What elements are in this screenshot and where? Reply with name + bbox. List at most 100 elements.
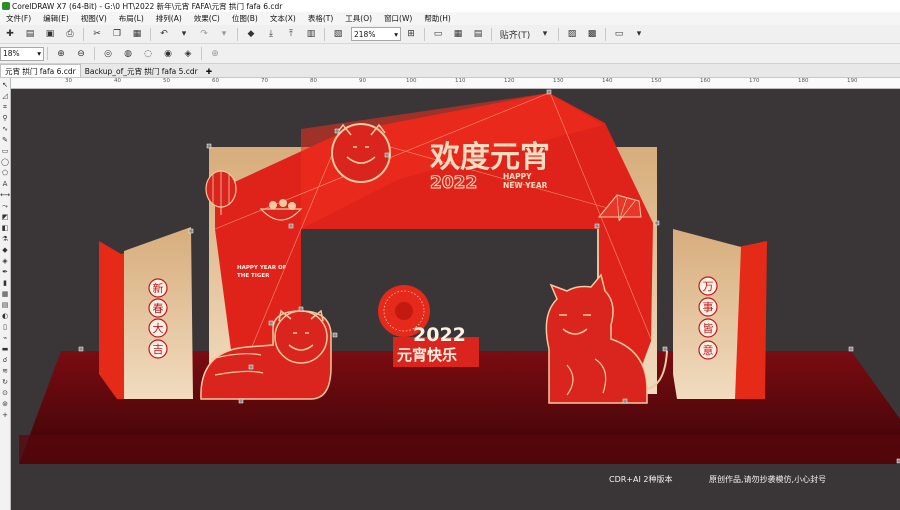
add-preset-icon[interactable]: ⊕: [208, 47, 222, 61]
customize-toolbox-icon[interactable]: +: [0, 411, 10, 419]
artistic-media-tool-icon[interactable]: ✎: [0, 136, 10, 144]
left-panel-char: 吉: [153, 343, 164, 356]
menu-view[interactable]: 视图(V): [75, 13, 113, 24]
attract-tool-icon[interactable]: ⊙: [0, 389, 10, 397]
transparency-tool-icon[interactable]: ◧: [0, 224, 10, 232]
zoom-to-selected-icon[interactable]: ◎: [101, 47, 115, 61]
open-folder-icon[interactable]: ▤: [23, 27, 37, 41]
zoom-level-combo[interactable]: 218% ▾: [351, 27, 401, 41]
roughen-tool-icon[interactable]: ≋: [0, 367, 10, 375]
drawing-canvas[interactable]: 新 春 大 吉 万 事 皆 意 欢度元宵 2022 HAPPY NEW YEAR…: [11, 89, 900, 510]
menu-file[interactable]: 文件(F): [0, 13, 37, 24]
app-launcher-icon[interactable]: ▧: [331, 27, 345, 41]
copy-icon[interactable]: ❐: [110, 27, 124, 41]
redo-icon[interactable]: ↷: [197, 27, 211, 41]
menu-arrange[interactable]: 排列(A): [150, 13, 188, 24]
menu-table[interactable]: 表格(T): [302, 13, 339, 24]
snap-to-label[interactable]: 贴齐(T): [498, 27, 532, 41]
interactive-fill-tool-icon[interactable]: ◆: [0, 246, 10, 254]
rectangle-tool-icon[interactable]: ▭: [0, 147, 10, 155]
stage-floor-edge: [19, 435, 900, 464]
connector-tool-icon[interactable]: ⤳: [0, 202, 10, 210]
zoom-to-all-objects-icon[interactable]: ◍: [121, 47, 135, 61]
blend-tool-icon[interactable]: ◐: [0, 312, 10, 320]
polygon-tool-icon[interactable]: ⬠: [0, 169, 10, 177]
shape-tool-icon[interactable]: ◿: [0, 92, 10, 100]
cut-icon[interactable]: ✂: [90, 27, 104, 41]
zoom-to-page-height-icon[interactable]: ◈: [181, 47, 195, 61]
toolbar-divider: [201, 47, 202, 60]
zoom-out-icon[interactable]: ⊖: [74, 47, 88, 61]
application-launcher-icon[interactable]: ▩: [585, 27, 599, 41]
toolbar-divider: [424, 27, 425, 41]
horizontal-ruler[interactable]: 30 40 50 60 70 80 90 100 110 120 130 140…: [10, 78, 900, 89]
toolbar-divider: [324, 27, 325, 41]
zoom-level-value: 218%: [354, 29, 376, 39]
ruler-tick-label: 150: [651, 78, 662, 84]
customize-icon[interactable]: ▭: [612, 27, 626, 41]
ruler-tick-label: 70: [261, 78, 268, 84]
outline-color-icon[interactable]: ▯: [0, 323, 10, 331]
ruler-tick-label: 30: [65, 78, 72, 84]
fill-color-icon[interactable]: ▮: [0, 279, 10, 287]
undo-icon[interactable]: ↶: [157, 27, 171, 41]
ruler-tick-label: 60: [212, 78, 219, 84]
import-icon[interactable]: ⤓: [264, 27, 278, 41]
zoom-in-icon[interactable]: ⊕: [54, 47, 68, 61]
add-tab-icon[interactable]: ✚: [202, 65, 216, 77]
search-content-icon[interactable]: ◆: [244, 27, 258, 41]
options-icon[interactable]: ▨: [565, 27, 579, 41]
zoom-tool-icon[interactable]: ⚲: [0, 114, 10, 122]
design-artwork[interactable]: 新 春 大 吉 万 事 皆 意 欢度元宵 2022 HAPPY NEW YEAR…: [11, 89, 900, 510]
pick-tool-icon[interactable]: ↖: [0, 81, 10, 89]
undo-dropdown-icon[interactable]: ▾: [177, 27, 191, 41]
menu-effects[interactable]: 效果(C): [188, 13, 226, 24]
redo-dropdown-icon[interactable]: ▾: [217, 27, 231, 41]
save-icon[interactable]: ▣: [43, 27, 57, 41]
menu-tools[interactable]: 工具(O): [339, 13, 378, 24]
show-rulers-icon[interactable]: ▭: [431, 27, 445, 41]
export-icon[interactable]: ⤒: [284, 27, 298, 41]
property-zoom-combo[interactable]: 18% ▾: [0, 46, 44, 61]
print-icon[interactable]: ⎙: [63, 27, 77, 41]
twirl-tool-icon[interactable]: ↻: [0, 378, 10, 386]
drop-shadow-tool-icon[interactable]: ◩: [0, 213, 10, 221]
freehand-tool-icon[interactable]: ∿: [0, 125, 10, 133]
mesh-fill-tool-icon[interactable]: ▦: [0, 290, 10, 298]
ruler-tick-label: 140: [602, 78, 613, 84]
customize-dropdown-icon[interactable]: ▾: [632, 27, 646, 41]
eraser-tool-icon[interactable]: ▬: [0, 345, 10, 353]
snap-dropdown-icon[interactable]: ▾: [538, 27, 552, 41]
standard-toolbar: ✚ ▤ ▣ ⎙ ✂ ❐ ▦ ↶ ▾ ↷ ▾ ◆ ⤓ ⤒ ▥ ▧ 218% ▾ ⊞…: [0, 25, 900, 44]
show-guidelines-icon[interactable]: ▤: [471, 27, 485, 41]
menu-help[interactable]: 帮助(H): [418, 13, 457, 24]
ruler-tick-label: 100: [406, 78, 417, 84]
menu-layout[interactable]: 布局(L): [113, 13, 150, 24]
ellipse-tool-icon[interactable]: ◯: [0, 158, 10, 166]
smear-tool-icon[interactable]: ☌: [0, 356, 10, 364]
outline-pen-icon[interactable]: ✒: [0, 268, 10, 276]
menu-text[interactable]: 文本(X): [264, 13, 302, 24]
paste-icon[interactable]: ▦: [130, 27, 144, 41]
knife-tool-icon[interactable]: ⌁: [0, 334, 10, 342]
repel-tool-icon[interactable]: ⊚: [0, 400, 10, 408]
crop-tool-icon[interactable]: ⌗: [0, 103, 10, 111]
zoom-to-page-width-icon[interactable]: ◉: [161, 47, 175, 61]
right-panel-char: 万: [703, 280, 714, 293]
parallel-dimension-tool-icon[interactable]: ⟷: [0, 191, 10, 199]
publish-pdf-icon[interactable]: ▥: [304, 27, 318, 41]
full-screen-preview-icon[interactable]: ⊞: [404, 27, 418, 41]
zoom-to-page-icon[interactable]: ◌: [141, 47, 155, 61]
menu-window[interactable]: 窗口(W): [378, 13, 418, 24]
tab-document-active[interactable]: 元宵 拱门 fafa 6.cdr: [0, 64, 81, 77]
table-tool-icon[interactable]: ▤: [0, 301, 10, 309]
color-eyedropper-tool-icon[interactable]: ⚗: [0, 235, 10, 243]
smart-fill-tool-icon[interactable]: ◈: [0, 257, 10, 265]
menu-bitmaps[interactable]: 位图(B): [226, 13, 264, 24]
tab-document-backup[interactable]: Backup_of_元宵 拱门 fafa 5.cdr: [81, 65, 202, 77]
text-tool-icon[interactable]: A: [0, 180, 10, 188]
new-document-icon[interactable]: ✚: [3, 27, 17, 41]
menu-edit[interactable]: 编辑(E): [37, 13, 75, 24]
window-title: CorelDRAW X7 (64-Bit) - G:\0 HT\2022 新年\…: [12, 1, 283, 11]
show-grid-icon[interactable]: ▦: [451, 27, 465, 41]
